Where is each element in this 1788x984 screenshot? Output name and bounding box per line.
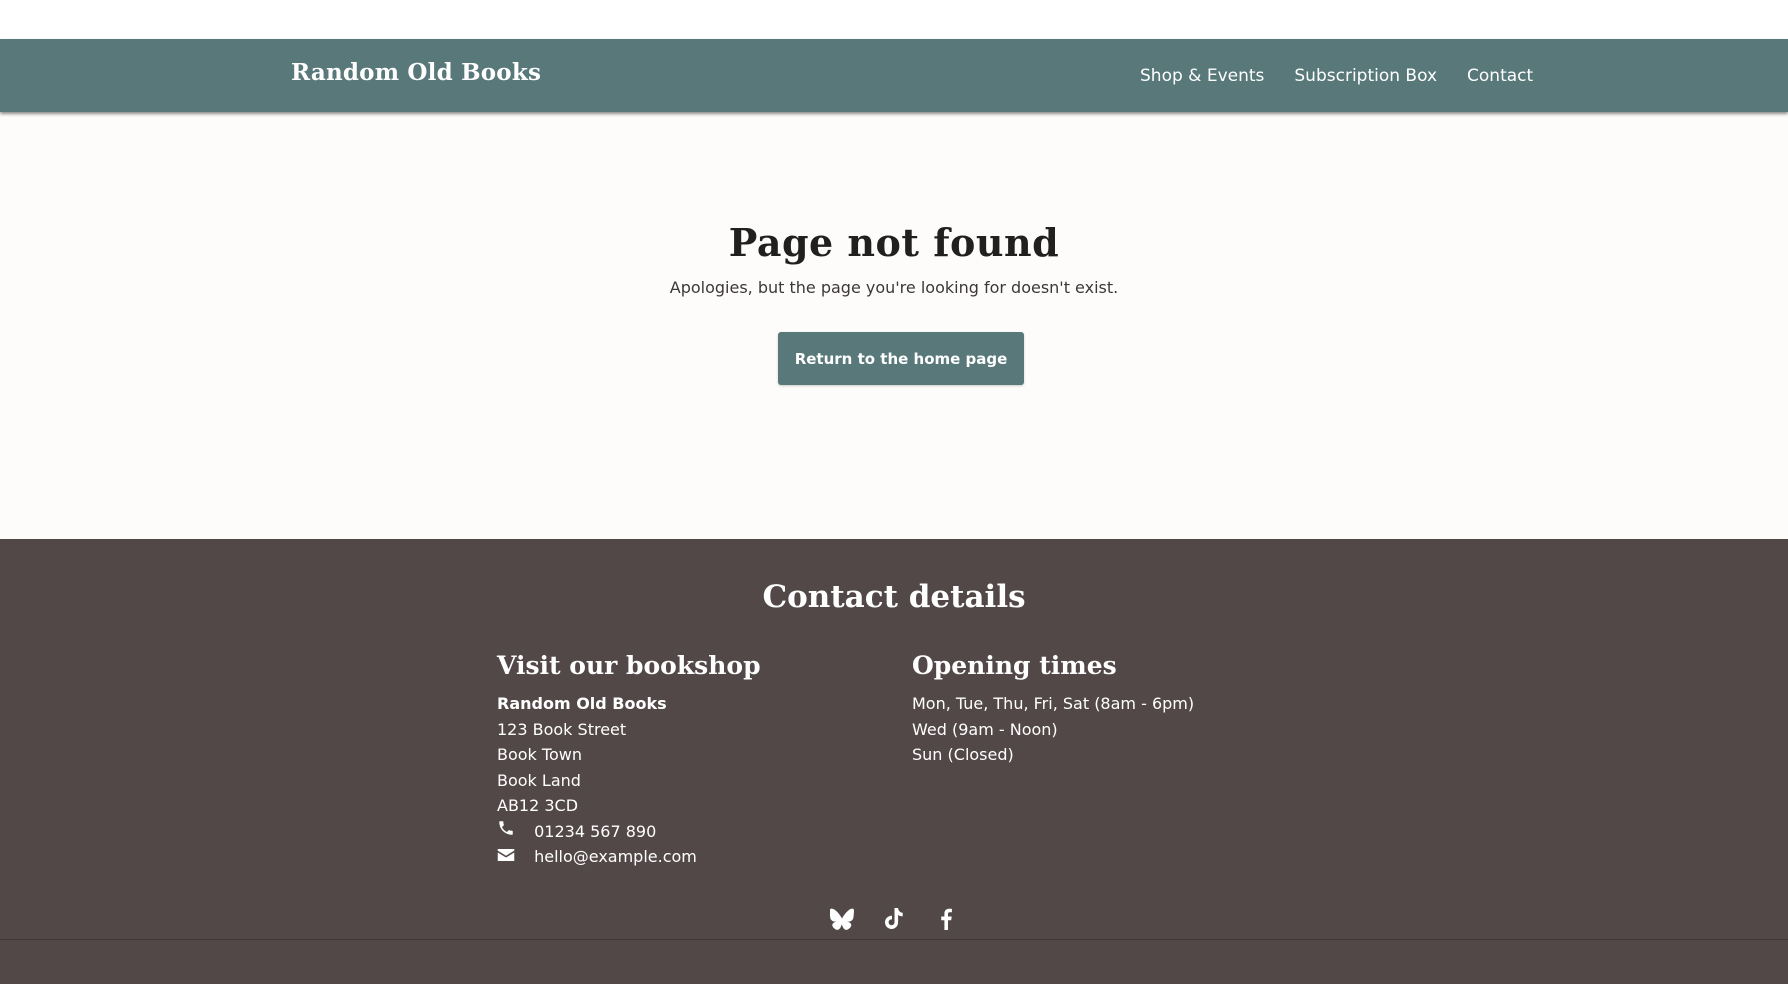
top-spacer [0, 0, 1788, 39]
nav-link-subscription-box[interactable]: Subscription Box [1294, 66, 1437, 86]
facebook-icon[interactable] [934, 907, 958, 931]
envelope-icon [497, 846, 517, 864]
hours-line-1: Mon, Tue, Thu, Fri, Sat (8am - 6pm) [912, 694, 1195, 713]
hours-line-3: Sun (Closed) [912, 745, 1014, 764]
main-nav: Shop & Events Subscription Box Contact [1140, 39, 1533, 112]
address-line-2: Book Town [497, 745, 582, 764]
site-logo-link[interactable]: Random Old Books [291, 59, 541, 86]
email-address: hello@example.com [534, 847, 697, 866]
hours-line-2: Wed (9am - Noon) [912, 719, 1058, 739]
page-title: Page not found [728, 220, 1060, 265]
site-header: Random Old Books Shop & Events Subscript… [0, 39, 1788, 112]
address-postcode: AB12 3CD [497, 796, 579, 815]
error-message: Apologies, but the page you're looking f… [669, 278, 1119, 297]
phone-link[interactable]: 01234 567 890 [497, 819, 761, 845]
phone-number: 01234 567 890 [534, 821, 657, 841]
social-links [0, 907, 1788, 931]
site-footer: Contact details Visit our bookshop Rando… [0, 539, 1788, 984]
shop-name: Random Old Books [497, 694, 667, 713]
opening-times-heading: Opening times [912, 651, 1117, 680]
visit-bookshop-section: Visit our bookshop Random Old Books 123 … [497, 651, 761, 870]
contact-details-heading: Contact details [762, 579, 1026, 615]
tiktok-icon[interactable] [882, 907, 906, 931]
nav-link-shop-events[interactable]: Shop & Events [1140, 66, 1264, 86]
address-line-1: 123 Book Street [497, 719, 627, 739]
phone-icon [497, 819, 517, 837]
footer-divider [0, 939, 1788, 940]
opening-times-section: Opening times Mon, Tue, Thu, Fri, Sat (8… [912, 651, 1194, 768]
email-link[interactable]: hello@example.com [497, 844, 761, 870]
return-home-button[interactable]: Return to the home page [778, 332, 1024, 385]
address-line-3: Book Land [497, 770, 581, 790]
nav-link-contact[interactable]: Contact [1467, 66, 1533, 86]
bluesky-icon[interactable] [830, 907, 854, 931]
main-content: Page not found Apologies, but the page y… [0, 112, 1788, 539]
visit-heading: Visit our bookshop [497, 651, 761, 680]
